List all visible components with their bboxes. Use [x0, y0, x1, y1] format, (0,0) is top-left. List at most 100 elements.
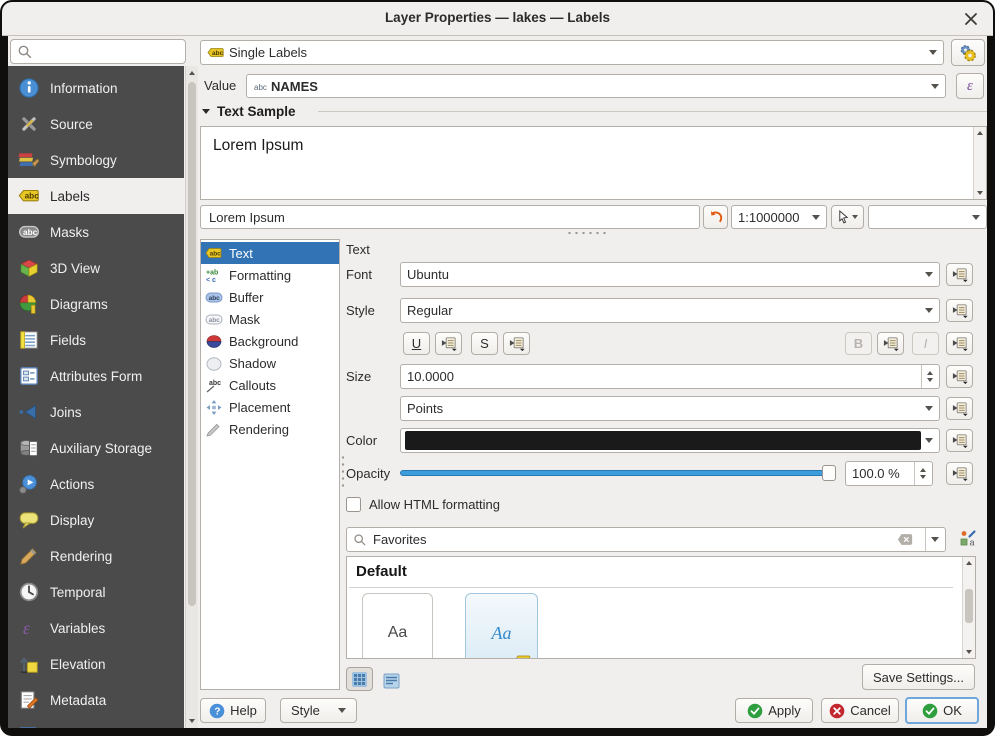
font-override-button[interactable]: [946, 263, 973, 286]
style-manager-button[interactable]: a: [954, 527, 981, 551]
italic-override-button[interactable]: [946, 332, 973, 355]
size-unit-select[interactable]: Points: [400, 396, 940, 421]
sidebar-item-metadata[interactable]: Metadata: [8, 682, 184, 718]
sidebar-item-attributes-form[interactable]: Attributes Form: [8, 358, 184, 394]
option-search-input[interactable]: [10, 39, 186, 64]
size-label: Size: [346, 369, 371, 384]
underline-override-button[interactable]: [435, 332, 462, 355]
cancel-button[interactable]: Cancel: [821, 698, 899, 723]
chevron-down-icon: [972, 215, 980, 220]
size-value: 10.0000: [407, 369, 915, 384]
size-spinbox[interactable]: 10.0000: [400, 364, 940, 389]
bold-toggle[interactable]: B: [845, 332, 872, 355]
underline-toggle[interactable]: U: [403, 332, 430, 355]
sidebar-item-variables[interactable]: ε Variables: [8, 610, 184, 646]
tab-rendering[interactable]: Rendering: [201, 418, 339, 440]
sidebar-item-joins[interactable]: Joins: [8, 394, 184, 430]
sidebar-scrollbar[interactable]: [185, 66, 198, 728]
sidebar-item-3d-view[interactable]: 3D View: [8, 250, 184, 286]
tab-buffer[interactable]: abc Buffer: [201, 286, 339, 308]
sample-scale-select[interactable]: 1:1000000: [731, 205, 827, 229]
scrollbar-thumb[interactable]: [965, 589, 973, 623]
value-field-select[interactable]: abc NAMES: [246, 74, 946, 98]
font-style-select[interactable]: Regular: [400, 298, 940, 323]
sidebar-item-source[interactable]: Source: [8, 106, 184, 142]
help-button[interactable]: ? Help: [200, 698, 266, 723]
epsilon-icon: ε: [967, 78, 973, 95]
style-override-button[interactable]: [946, 299, 973, 322]
sidebar-item-actions[interactable]: Actions: [8, 466, 184, 502]
ok-button[interactable]: OK: [905, 697, 979, 724]
vertical-splitter-handle[interactable]: [341, 454, 345, 488]
tab-formatting[interactable]: +ab< c Formatting: [201, 264, 339, 286]
save-settings-button[interactable]: Save Settings...: [862, 664, 975, 690]
automated-placement-settings-button[interactable]: [951, 39, 985, 66]
style-menu-button[interactable]: Style: [280, 698, 357, 723]
chevron-down-icon: [925, 406, 933, 411]
reset-sample-button[interactable]: [703, 205, 728, 229]
strikethrough-toggle[interactable]: S: [471, 332, 498, 355]
font-select[interactable]: Ubuntu: [400, 262, 940, 287]
tab-placement[interactable]: Placement: [201, 396, 339, 418]
text-sample-header[interactable]: Text Sample: [202, 104, 296, 119]
scroll-down-icon[interactable]: [966, 650, 972, 654]
preview-text: Lorem Ipsum: [213, 137, 303, 155]
tab-mask[interactable]: abc Mask: [201, 308, 339, 330]
label-mode-select[interactable]: abc Single Labels: [200, 40, 944, 65]
italic-toggle[interactable]: I: [912, 332, 939, 355]
opacity-slider[interactable]: [400, 462, 836, 484]
splitter-handle[interactable]: [566, 231, 610, 235]
tab-shadow[interactable]: Shadow: [201, 352, 339, 374]
tab-text[interactable]: abc Text: [201, 242, 339, 264]
sidebar-item-symbology[interactable]: Symbology: [8, 142, 184, 178]
opacity-spinbox[interactable]: 100.0 %: [845, 461, 933, 486]
color-override-button[interactable]: [946, 429, 973, 452]
size-override-button[interactable]: [946, 365, 973, 388]
style-label: Style: [346, 303, 375, 318]
sample-background-select[interactable]: [868, 205, 987, 229]
svg-text:+ab: +ab: [206, 269, 218, 276]
scroll-up-icon[interactable]: [189, 71, 195, 75]
tab-background[interactable]: Background: [201, 330, 339, 352]
style-search-input[interactable]: Favorites: [346, 527, 946, 552]
scroll-down-icon[interactable]: [189, 719, 195, 723]
allow-html-checkbox[interactable]: [346, 497, 361, 512]
opacity-override-button[interactable]: [946, 462, 973, 485]
sidebar-item-elevation[interactable]: Elevation: [8, 646, 184, 682]
sidebar-item-temporal[interactable]: Temporal: [8, 574, 184, 610]
unit-override-button[interactable]: [946, 397, 973, 420]
scrollbar-thumb[interactable]: [188, 82, 196, 606]
tab-callouts[interactable]: abc Callouts: [201, 374, 339, 396]
search-icon: [17, 44, 33, 60]
mask-tab-icon: abc: [205, 311, 223, 328]
sidebar-item-masks[interactable]: abc Masks: [8, 214, 184, 250]
sidebar-item-diagrams[interactable]: Diagrams: [8, 286, 184, 322]
apply-button[interactable]: Apply: [735, 698, 813, 723]
close-icon[interactable]: [961, 9, 981, 29]
slider-handle[interactable]: [822, 465, 836, 481]
sidebar-item-information[interactable]: Information: [8, 70, 184, 106]
clear-search-icon[interactable]: [897, 533, 913, 546]
icon-view-toggle[interactable]: [346, 667, 373, 691]
bold-override-button[interactable]: [877, 332, 904, 355]
strikethrough-override-button[interactable]: [503, 332, 530, 355]
scroll-up-icon[interactable]: [977, 131, 983, 135]
sidebar-item-auxiliary-storage[interactable]: Auxiliary Storage: [8, 430, 184, 466]
preview-scrollbar[interactable]: [973, 127, 986, 199]
format-card-default[interactable]: Aa: [362, 593, 433, 659]
sidebar-item-display[interactable]: Display: [8, 502, 184, 538]
sidebar-item-fields[interactable]: Fields: [8, 322, 184, 358]
map-scale-tool-button[interactable]: [831, 205, 864, 229]
sample-text-input[interactable]: [200, 205, 700, 229]
sidebar-item-partial[interactable]: [8, 718, 184, 728]
sidebar-item-labels[interactable]: abc Labels: [8, 178, 184, 214]
gallery-scrollbar[interactable]: [962, 557, 975, 658]
expression-builder-button[interactable]: ε: [956, 73, 984, 99]
scroll-up-icon[interactable]: [966, 561, 972, 565]
format-card-selected[interactable]: Aa abc: [465, 593, 538, 659]
scroll-down-icon[interactable]: [977, 191, 983, 195]
sidebar-item-rendering[interactable]: Rendering: [8, 538, 184, 574]
font-value: Ubuntu: [407, 267, 925, 282]
list-view-toggle[interactable]: [378, 669, 405, 693]
text-color-button[interactable]: [400, 428, 940, 453]
